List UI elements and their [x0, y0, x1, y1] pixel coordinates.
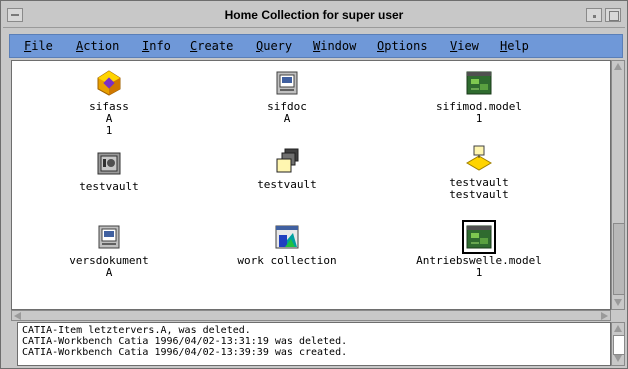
item-versdokument[interactable]: versdokument A [24, 223, 194, 279]
minimize-button[interactable] [586, 8, 602, 22]
item-testvault-3[interactable]: testvault testvault [394, 145, 564, 201]
item-sifimod-model[interactable]: sifimod.model 1 [394, 69, 564, 125]
item-revision: 1 [475, 266, 483, 279]
item-version: A [283, 112, 291, 125]
menu-view[interactable]: View [450, 39, 479, 53]
message-log: CATIA-Item letztervers.A, was deleted. C… [17, 322, 611, 366]
item-label: testvault [79, 180, 139, 193]
vertical-scrollbar[interactable] [611, 60, 625, 310]
model-icon [462, 220, 496, 254]
log-scrollbar[interactable] [611, 322, 625, 366]
folder-stack-icon [273, 147, 301, 175]
menu-options[interactable]: Options [377, 39, 428, 53]
scroll-down-icon[interactable] [614, 355, 622, 362]
menu-file[interactable]: File [24, 39, 53, 53]
menu-window[interactable]: Window [313, 39, 356, 53]
scroll-up-icon[interactable] [614, 325, 622, 332]
collection-view: sifass A 1 sifdoc A sifimod.model 1 test… [11, 60, 611, 310]
item-sifdoc[interactable]: sifdoc A [202, 69, 372, 125]
menu-create[interactable]: Create [190, 39, 233, 53]
document-icon [273, 69, 301, 97]
scroll-thumb[interactable] [613, 335, 625, 355]
assembly-icon [95, 69, 123, 97]
menu-query[interactable]: Query [256, 39, 292, 53]
log-line: CATIA-Item letztervers.A, was deleted. [22, 325, 251, 336]
window-title: Home Collection for super user [224, 8, 404, 22]
maximize-button[interactable] [605, 8, 621, 22]
item-sublabel: testvault [449, 188, 509, 201]
item-label: work collection [237, 254, 337, 267]
menu-info[interactable]: Info [142, 39, 171, 53]
scroll-right-icon[interactable] [601, 312, 608, 320]
vault-icon [95, 149, 123, 177]
scroll-up-icon[interactable] [614, 63, 622, 70]
item-label: testvault [257, 178, 317, 191]
item-testvault-1[interactable]: testvault [24, 149, 194, 193]
item-work-collection[interactable]: work collection [202, 223, 372, 267]
scroll-left-icon[interactable] [14, 312, 21, 320]
item-version: A [105, 266, 113, 279]
scroll-down-icon[interactable] [614, 299, 622, 306]
item-revision: 1 [475, 112, 483, 125]
item-antriebswelle-model[interactable]: Antriebswelle.model 1 [394, 220, 564, 279]
model-icon [465, 69, 493, 97]
item-testvault-2[interactable]: testvault [202, 147, 372, 191]
collection-icon [273, 223, 301, 251]
document-icon [95, 223, 123, 251]
item-sifass[interactable]: sifass A 1 [24, 69, 194, 137]
title-bar[interactable]: Home Collection for super user [3, 3, 625, 28]
log-line: CATIA-Workbench Catia 1996/04/02-13:31:1… [22, 336, 348, 347]
horizontal-scrollbar[interactable] [11, 310, 611, 321]
menu-bar: File Action Info Create Query Window Opt… [9, 34, 623, 58]
log-line: CATIA-Workbench Catia 1996/04/02-13:39:3… [22, 347, 348, 358]
scroll-thumb[interactable] [613, 223, 625, 295]
main-window: Home Collection for super user File Acti… [0, 0, 628, 369]
menu-action[interactable]: Action [76, 39, 119, 53]
vault-diamond-icon [465, 145, 493, 173]
item-revision: 1 [105, 124, 113, 137]
menu-help[interactable]: Help [500, 39, 529, 53]
